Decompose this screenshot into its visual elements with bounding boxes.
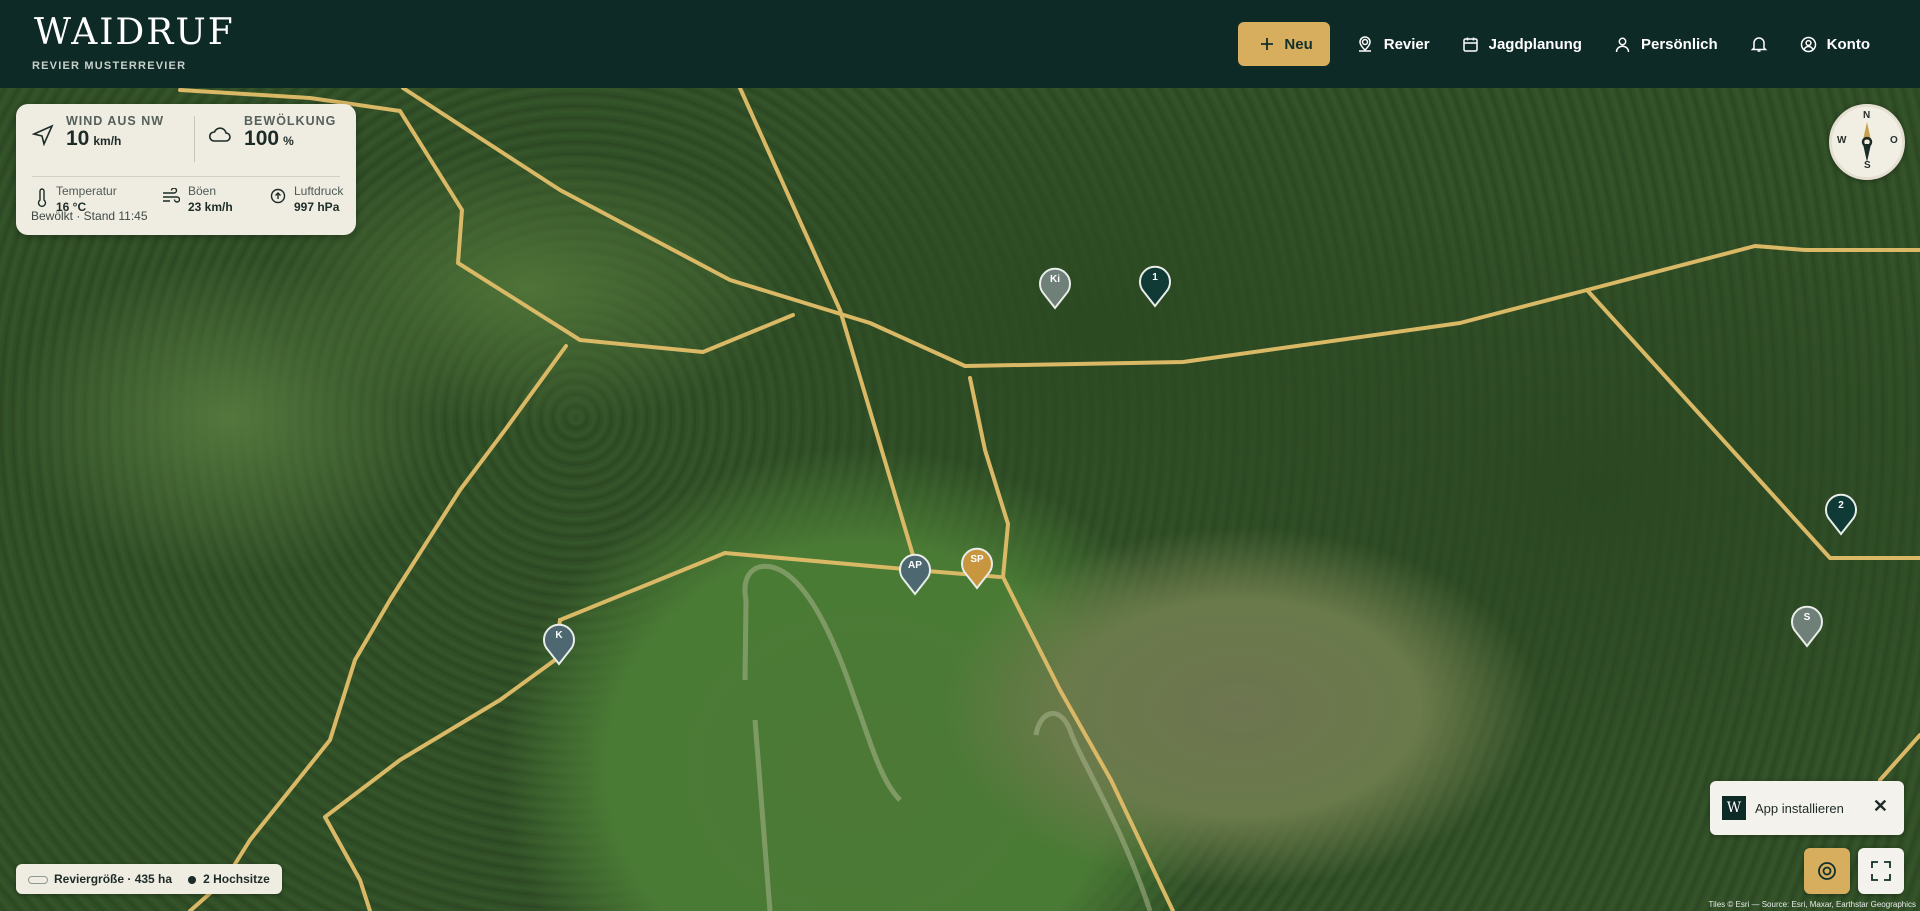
- navigation-arrow-icon: [32, 124, 54, 146]
- compass-needle-icon: [1861, 122, 1873, 162]
- plus-icon: [1261, 38, 1274, 50]
- nav-jagdplanung[interactable]: Jagdplanung: [1446, 22, 1598, 66]
- user-icon: [1615, 37, 1630, 52]
- map-marker-ki[interactable]: Ki: [1038, 264, 1072, 310]
- nav-konto[interactable]: Konto: [1784, 22, 1886, 66]
- cloud-unit: %: [283, 134, 294, 148]
- compass-button[interactable]: N S W O: [1829, 104, 1905, 180]
- marker-pin-icon: [899, 553, 931, 596]
- notifications-button[interactable]: [1734, 22, 1784, 66]
- gust-stat: Böen 23 km/h: [162, 184, 270, 214]
- account-circle-icon: [1800, 36, 1816, 52]
- marker-pin-icon: [961, 547, 993, 590]
- weather-footer: Bewölkt · Stand 11:45: [31, 209, 148, 223]
- revier-name: REVIER MUSTERREVIER: [32, 60, 187, 72]
- top-navigation-bar: WAIDRUF REVIER MUSTERREVIER Neu Revier J…: [0, 0, 1920, 88]
- wind-label: WIND AUS NW: [66, 114, 165, 128]
- install-app-banner[interactable]: W App installieren ✕: [1710, 781, 1904, 835]
- map-pin-icon: [1358, 36, 1371, 52]
- map-marker-sp[interactable]: SP: [960, 544, 994, 590]
- fullscreen-icon: [1871, 861, 1891, 881]
- marker-pin-icon: [543, 623, 575, 666]
- marker-label: AP: [908, 560, 922, 571]
- marker-pin-icon: [1139, 265, 1171, 308]
- stand-dot-icon: [188, 875, 197, 884]
- app-logo[interactable]: WAIDRUF: [34, 12, 235, 53]
- weather-separator: [32, 176, 340, 177]
- legend-area: Reviergröße · 435 ha: [28, 872, 172, 886]
- thermometer-icon: [37, 188, 47, 208]
- boundary-swatch-icon: [28, 875, 48, 884]
- marker-label: 2: [1838, 500, 1844, 511]
- cloud-block: BEWÖLKUNG 100%: [208, 114, 336, 150]
- nav-jagdplanung-label: Jagdplanung: [1488, 35, 1582, 53]
- cloud-icon: [209, 127, 231, 142]
- map-marker-k[interactable]: K: [542, 620, 576, 666]
- marker-pin-icon: [1825, 493, 1857, 536]
- marker-label: K: [555, 630, 563, 641]
- wind-value: 10: [66, 127, 90, 150]
- wind-gust-icon: [163, 188, 180, 203]
- marker-label: S: [1803, 612, 1811, 623]
- nav-revier[interactable]: Revier: [1340, 22, 1446, 66]
- calendar-icon: [1462, 37, 1478, 52]
- new-button-label: Neu: [1284, 35, 1313, 53]
- nav-persoenlich[interactable]: Persönlich: [1598, 22, 1734, 66]
- marker-label: Ki: [1050, 274, 1060, 285]
- map-legend: Reviergröße · 435 ha 2 Hochsitze: [16, 864, 282, 894]
- gust-label: Böen: [188, 184, 217, 198]
- app-logo-icon: W: [1722, 796, 1746, 820]
- close-icon[interactable]: ✕: [1873, 796, 1888, 817]
- locate-button[interactable]: [1804, 848, 1850, 894]
- wind-unit: km/h: [93, 134, 122, 148]
- pressure-stat: Luftdruck 997 hPa: [270, 184, 343, 214]
- install-app-label: App installieren: [1755, 800, 1844, 816]
- marker-pin-icon: [1039, 267, 1071, 310]
- map-marker-s[interactable]: S: [1790, 602, 1824, 648]
- main-nav: Neu Revier Jagdplanung Persönlich Konto: [1238, 22, 1886, 66]
- cloud-value: 100: [244, 127, 280, 150]
- temperature-label: Temperatur: [56, 184, 117, 198]
- bell-icon: [1750, 37, 1767, 52]
- compass-east-label: O: [1890, 135, 1898, 146]
- weather-divider: [194, 116, 196, 162]
- weather-card: WIND AUS NW 10 km/h BEWÖLKUNG 100% Temper…: [16, 104, 356, 235]
- map-marker-1[interactable]: 1: [1138, 262, 1172, 308]
- marker-pin-icon: [1791, 605, 1823, 648]
- wind-block: WIND AUS NW 10 km/h: [32, 114, 164, 150]
- new-button[interactable]: Neu: [1238, 22, 1330, 66]
- nav-konto-label: Konto: [1826, 35, 1870, 53]
- cloud-label: BEWÖLKUNG: [244, 114, 337, 128]
- legend-stands-label: 2 Hochsitze: [203, 872, 270, 886]
- map-marker-ap[interactable]: AP: [898, 550, 932, 596]
- gust-value: 23 km/h: [188, 200, 233, 214]
- pressure-value: 997 hPa: [294, 200, 340, 214]
- map-attribution: Tiles © Esri — Source: Esri, Maxar, Eart…: [1708, 900, 1916, 909]
- fullscreen-button[interactable]: [1858, 848, 1904, 894]
- marker-label: SP: [970, 554, 984, 565]
- marker-label: 1: [1152, 272, 1158, 283]
- nav-revier-label: Revier: [1383, 35, 1430, 53]
- target-icon: [1818, 862, 1836, 880]
- compass-west-label: W: [1837, 135, 1847, 146]
- nav-persoenlich-label: Persönlich: [1640, 35, 1718, 53]
- map-marker-2[interactable]: 2: [1824, 490, 1858, 536]
- legend-area-label: Reviergröße · 435 ha: [54, 872, 173, 886]
- legend-stands: 2 Hochsitze: [188, 872, 270, 886]
- pressure-gauge-icon: [270, 188, 286, 204]
- pressure-label: Luftdruck: [294, 184, 344, 198]
